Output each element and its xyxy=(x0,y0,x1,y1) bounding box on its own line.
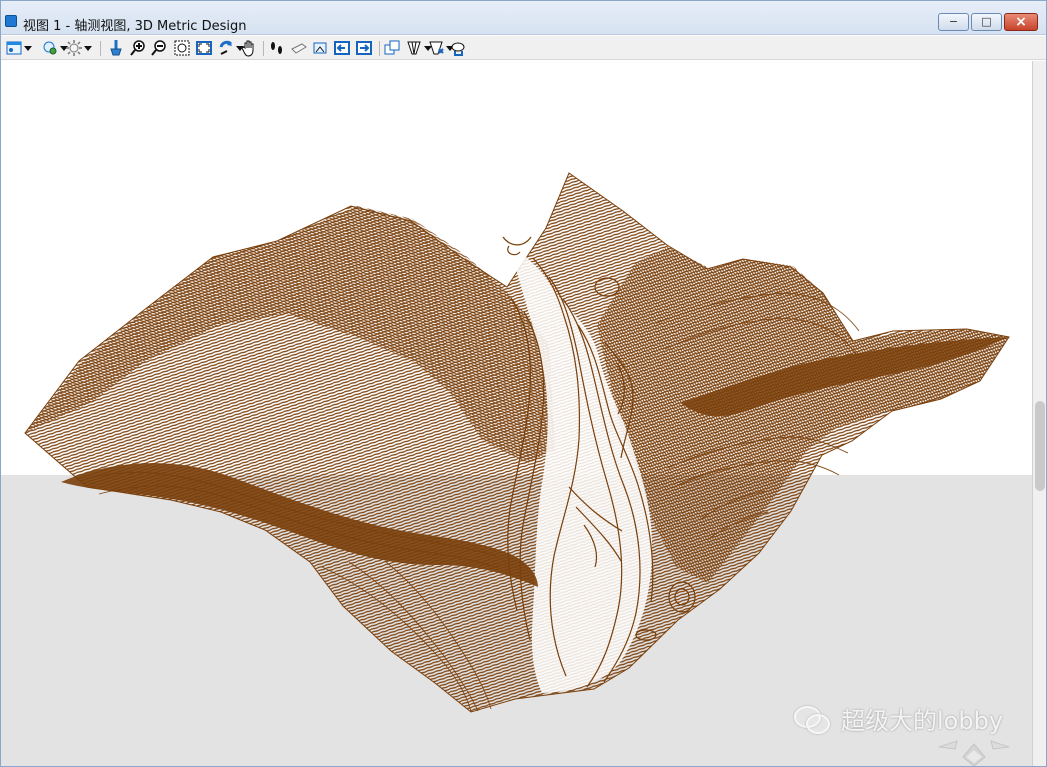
application-window: 视图 1 - 轴测视图, 3D Metric Design − □ × 超级大的… xyxy=(0,0,1047,767)
clip-icon[interactable] xyxy=(427,39,454,57)
close-icon: × xyxy=(1015,14,1027,30)
zoom-out-icon[interactable] xyxy=(150,39,168,57)
maximize-button[interactable]: □ xyxy=(971,13,1002,31)
app-cube-icon xyxy=(5,15,17,27)
window-controls: − □ × xyxy=(938,13,1038,31)
brightness-icon[interactable] xyxy=(65,39,92,57)
pan-icon[interactable] xyxy=(240,39,258,57)
minimize-button[interactable]: − xyxy=(938,13,969,31)
maximize-icon: □ xyxy=(981,15,992,28)
close-button[interactable]: × xyxy=(1004,13,1038,31)
terrain-right-ridge xyxy=(597,247,1009,583)
clear-icon[interactable] xyxy=(107,39,125,57)
view-previous-icon[interactable] xyxy=(311,39,329,57)
window-title: 视图 1 - 轴测视图, 3D Metric Design xyxy=(23,19,247,34)
view-frustum-icon[interactable] xyxy=(405,39,432,57)
copy-view-icon[interactable] xyxy=(383,39,401,57)
view-toolbar xyxy=(1,36,1046,60)
camera-icon[interactable] xyxy=(290,39,308,57)
window-area-icon[interactable] xyxy=(173,39,191,57)
view-display-icon[interactable] xyxy=(41,39,68,57)
toolbar-separator xyxy=(379,41,380,56)
watermark-text: 超级大的lobby xyxy=(841,706,1004,735)
toolbar-separator xyxy=(263,41,264,56)
clip-volume-icon[interactable] xyxy=(449,39,467,57)
toolbar-separator xyxy=(100,41,101,56)
minimize-icon: − xyxy=(948,15,959,28)
view-settings-icon-svg xyxy=(6,41,22,55)
zoom-in-icon[interactable] xyxy=(129,39,147,57)
3d-view-canvas[interactable] xyxy=(1,61,1032,766)
fit-view-icon[interactable] xyxy=(195,39,213,57)
watermark: 超级大的lobby xyxy=(791,701,1003,735)
view-settings-icon[interactable] xyxy=(5,39,32,57)
vertical-scrollbar[interactable] xyxy=(1032,61,1046,766)
rotate-view-icon[interactable] xyxy=(217,39,244,57)
scrollbar-thumb[interactable] xyxy=(1035,401,1045,491)
view-back-icon[interactable] xyxy=(333,39,351,57)
walk-icon[interactable] xyxy=(268,39,286,57)
navigation-cube-icon[interactable] xyxy=(933,739,1015,767)
wechat-icon xyxy=(791,702,831,734)
title-bar[interactable]: 视图 1 - 轴测视图, 3D Metric Design − □ × xyxy=(1,1,1046,35)
terrain-contour-view xyxy=(24,172,1010,713)
view-forward-icon[interactable] xyxy=(355,39,373,57)
